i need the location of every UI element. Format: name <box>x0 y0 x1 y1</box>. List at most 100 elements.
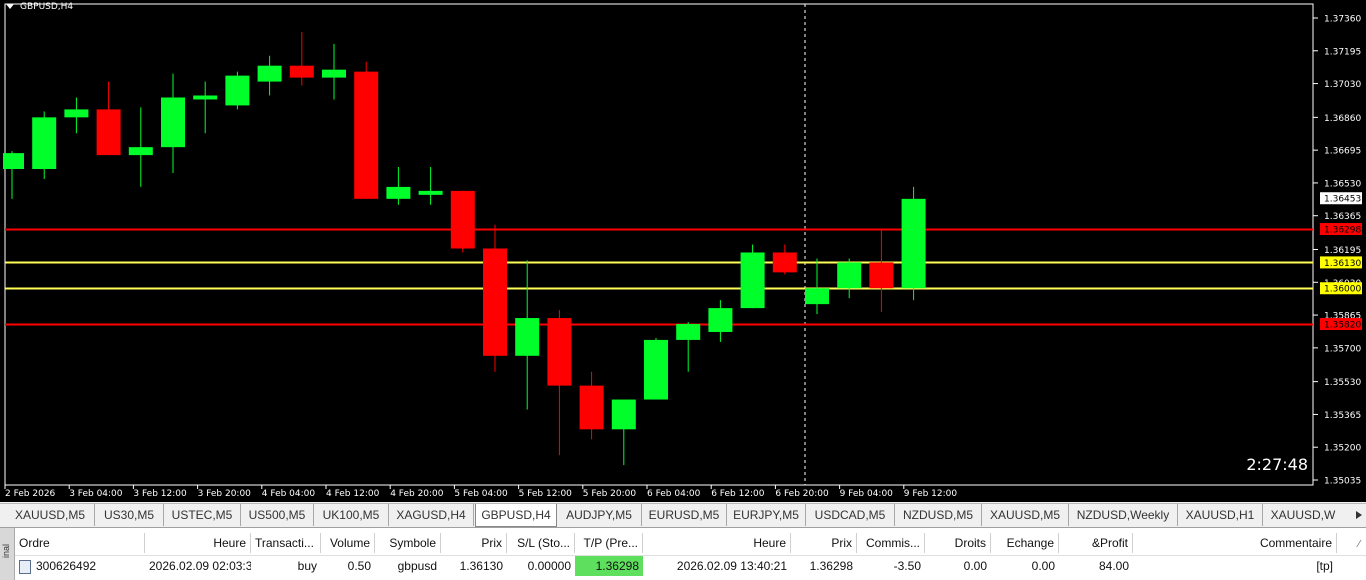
tab-nzdusd-weekly[interactable]: NZDUSD,Weekly <box>1069 504 1178 526</box>
col-header-profit[interactable]: &Profit <box>1059 533 1133 553</box>
price-tag-label: 1.35820 <box>1324 321 1361 331</box>
price-tick-label: 1.35035 <box>1324 477 1361 487</box>
time-tick-label: 6 Feb 04:00 <box>647 489 701 499</box>
cell-symbol: gbpusd <box>397 559 437 573</box>
tab-usdcad-m5[interactable]: USDCAD,M5 <box>806 504 895 526</box>
cell-volume: 0.50 <box>347 559 371 573</box>
chart-symbol-label: GBPUSD,H4 <box>20 2 74 12</box>
candle-body <box>161 97 185 148</box>
chart-tab-bar: XAUUSD,M5 US30,M5 USTEC,M5 US500,M5 UK10… <box>0 503 1366 527</box>
col-header-tp[interactable]: T/P (Pre... <box>575 533 643 553</box>
candle-body <box>289 65 314 78</box>
col-header-symbole[interactable]: Symbole <box>375 533 441 553</box>
price-tick-label: 1.36695 <box>1324 147 1361 157</box>
time-tick-label: 4 Feb 12:00 <box>326 489 380 499</box>
tab-audjpy-m5[interactable]: AUDJPY,M5 <box>557 504 642 526</box>
time-tick-label: 4 Feb 20:00 <box>390 489 444 499</box>
col-header-droits[interactable]: Droits <box>925 533 991 553</box>
chart-area[interactable]: 1.37360 1.37195 1.37030 1.36860 1.36695 1.365… <box>0 0 1366 502</box>
candle-body <box>676 324 701 340</box>
cell-echange: 0.00 <box>1031 559 1055 573</box>
tab-us500-m5[interactable]: US500,M5 <box>241 504 314 526</box>
price-tick-label: 1.35530 <box>1324 378 1361 388</box>
candle-body <box>547 318 572 386</box>
time-tick-label: 5 Feb 04:00 <box>454 489 508 499</box>
table-row[interactable]: 300626492 2026.02.09 02:03:31 buy 0.50 g… <box>15 555 1366 576</box>
price-tick-label: 1.37360 <box>1324 15 1361 25</box>
bar-countdown-timer: 2:27:48 <box>1246 455 1308 474</box>
price-tick-label: 1.36860 <box>1324 114 1361 124</box>
tab-nzdusd-m5[interactable]: NZDUSD,M5 <box>895 504 982 526</box>
col-header-prix-close[interactable]: Prix <box>791 533 857 553</box>
candle-body <box>869 262 894 289</box>
col-header-commentaire[interactable]: Commentaire <box>1133 533 1337 553</box>
price-tick-label: 1.36195 <box>1324 246 1361 256</box>
col-header-heure[interactable]: Heure <box>145 533 251 553</box>
price-tick-label: 1.35700 <box>1324 344 1361 354</box>
time-tick-label: 4 Feb 04:00 <box>262 489 316 499</box>
candle-body <box>740 252 765 309</box>
tab-xauusd-w[interactable]: XAUUSD,W <box>1263 504 1343 526</box>
tab-eurjpy-m5[interactable]: EURJPY,M5 <box>727 504 806 526</box>
candle-body <box>837 262 862 289</box>
price-tick-label: 1.35200 <box>1324 444 1361 454</box>
cell-commission: -3.50 <box>893 559 921 573</box>
candle-body <box>772 252 797 273</box>
candle-body <box>450 190 475 249</box>
sort-arrow-icon: ⁄ <box>1358 539 1360 550</box>
time-tick-label: 5 Feb 20:00 <box>583 489 637 499</box>
candle-body <box>193 95 218 100</box>
chart-plot-frame <box>4 3 1314 486</box>
time-tick-label: 3 Feb 12:00 <box>133 489 187 499</box>
price-tag-label: 1.36000 <box>1324 285 1361 295</box>
candle-body <box>644 339 668 400</box>
col-header-heure-close[interactable]: Heure <box>643 533 791 553</box>
tab-scroll-right-icon[interactable] <box>1354 511 1364 519</box>
col-header-echange[interactable]: Echange <box>991 533 1059 553</box>
candlestick-chart[interactable]: 1.37360 1.37195 1.37030 1.36860 1.36695 1.365… <box>0 0 1366 502</box>
time-tick-label: 6 Feb 12:00 <box>711 489 765 499</box>
col-header-ordre[interactable]: Ordre <box>15 533 145 553</box>
candle-body <box>708 308 733 332</box>
cell-open-time: 2026.02.09 02:03:31 <box>149 559 251 573</box>
tab-xagusd-h4[interactable]: XAGUSD,H4 <box>389 504 474 526</box>
col-header-volume[interactable]: Volume <box>321 533 375 553</box>
price-tag-label: 1.36453 <box>1324 195 1361 205</box>
time-tick-label: 6 Feb 20:00 <box>775 489 829 499</box>
price-tick-label: 1.37195 <box>1324 47 1361 57</box>
cell-close-price: 1.36298 <box>809 559 853 573</box>
tab-ustec-m5[interactable]: USTEC,M5 <box>164 504 241 526</box>
tab-xauusd-m5[interactable]: XAUUSD,M5 <box>6 504 95 526</box>
candle-body <box>225 75 250 106</box>
candle-body <box>257 65 282 82</box>
cell-ordre: 300626492 <box>15 556 145 576</box>
tab-uk100-m5[interactable]: UK100,M5 <box>314 504 389 526</box>
col-header-sl[interactable]: S/L (Sto... <box>507 533 575 553</box>
price-tick-label: 1.35365 <box>1324 411 1361 421</box>
cell-droits: 0.00 <box>963 559 987 573</box>
terminal-side-label[interactable]: inal <box>0 528 15 580</box>
time-tick-label: 3 Feb 20:00 <box>198 489 252 499</box>
candle-body <box>515 318 540 356</box>
terminal-side-text: inal <box>1 543 11 558</box>
tab-xauusd-h1[interactable]: XAUUSD,H1 <box>1178 504 1263 526</box>
col-header-prix[interactable]: Prix <box>441 533 507 553</box>
time-tick-label: 5 Feb 12:00 <box>519 489 573 499</box>
candle-body <box>483 248 507 356</box>
tab-xauusd-m5-2[interactable]: XAUUSD,M5 <box>982 504 1069 526</box>
candle-body <box>322 69 346 78</box>
col-header-transaction[interactable]: Transacti... <box>251 533 321 553</box>
tab-eurusd-m5[interactable]: EURUSD,M5 <box>642 504 727 526</box>
price-tick-label: 1.37030 <box>1324 80 1361 90</box>
candle-body <box>96 109 121 156</box>
time-tick-label: 9 Feb 12:00 <box>904 489 958 499</box>
candle-body <box>611 399 636 430</box>
tab-us30-m5[interactable]: US30,M5 <box>95 504 164 526</box>
cell-open-price: 1.36130 <box>459 559 503 573</box>
candle-body <box>386 186 411 199</box>
cell-comment: [tp] <box>1316 559 1333 573</box>
cell-profit: 84.00 <box>1098 559 1129 573</box>
col-header-commission[interactable]: Commis... <box>857 533 925 553</box>
chart-menu-arrow-icon[interactable] <box>6 4 14 9</box>
tab-gbpusd-h4[interactable]: GBPUSD,H4 <box>475 504 557 527</box>
